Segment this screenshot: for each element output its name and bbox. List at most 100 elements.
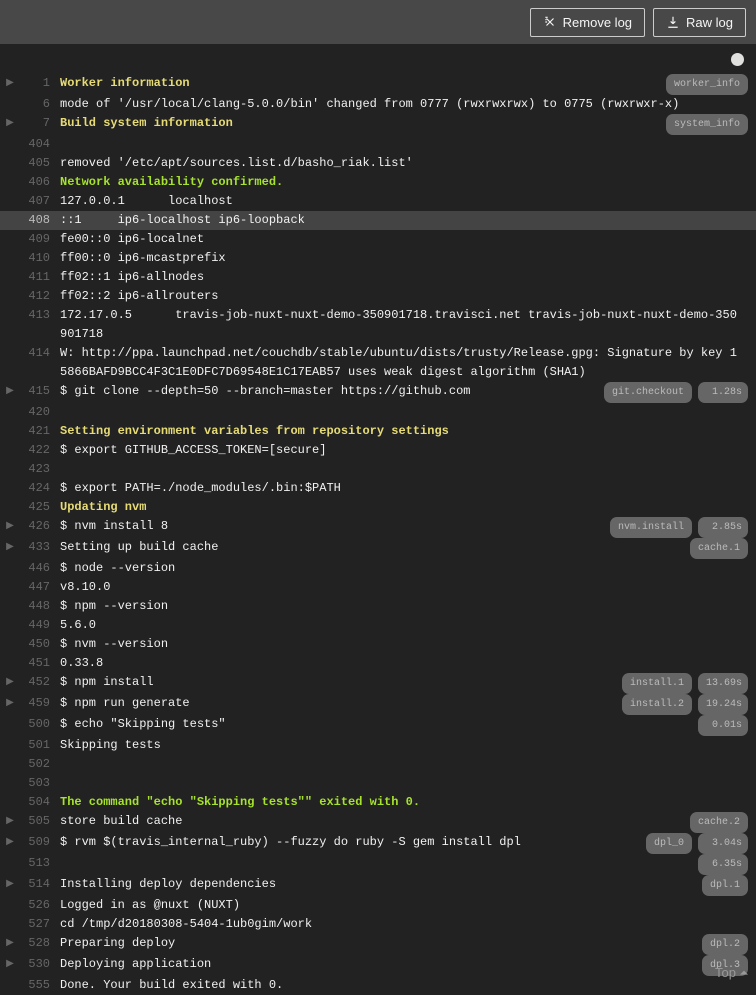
log-line: ▶452$ npm installinstall.113.69s xyxy=(0,673,756,694)
log-line: 500$ echo "Skipping tests"0.01s xyxy=(0,715,756,736)
line-number[interactable]: 409 xyxy=(20,230,60,249)
log-content: v8.10.0 xyxy=(60,578,748,597)
log-line: 448$ npm --version xyxy=(0,597,756,616)
log-content: fe00::0 ip6-localnet xyxy=(60,230,748,249)
line-number[interactable]: 513 xyxy=(20,854,60,873)
log-content: Logged in as @nuxt (NUXT) xyxy=(60,896,748,915)
fold-badge: install.1 xyxy=(622,673,692,694)
line-number[interactable]: 449 xyxy=(20,616,60,635)
line-number[interactable]: 504 xyxy=(20,793,60,812)
scroll-to-top-link[interactable]: Top xyxy=(715,965,748,980)
status-row xyxy=(0,44,756,74)
line-number[interactable]: 505 xyxy=(20,812,60,831)
fold-badge: dpl_0 xyxy=(646,833,692,854)
fold-toggle[interactable]: ▶ xyxy=(0,673,20,692)
line-number[interactable]: 446 xyxy=(20,559,60,578)
fold-badge: install.2 xyxy=(622,694,692,715)
line-number[interactable]: 1 xyxy=(20,74,60,93)
line-number[interactable]: 7 xyxy=(20,114,60,133)
line-number[interactable]: 509 xyxy=(20,833,60,852)
line-badges: cache.2 xyxy=(690,812,748,833)
raw-log-button[interactable]: Raw log xyxy=(653,8,746,37)
log-content: Setting up build cache xyxy=(60,538,690,557)
line-number[interactable]: 407 xyxy=(20,192,60,211)
fold-toggle[interactable]: ▶ xyxy=(0,74,20,93)
line-number[interactable]: 405 xyxy=(20,154,60,173)
download-icon xyxy=(666,15,680,29)
line-number[interactable]: 422 xyxy=(20,441,60,460)
line-number[interactable]: 503 xyxy=(20,774,60,793)
fold-toggle[interactable]: ▶ xyxy=(0,833,20,852)
log-line: 526Logged in as @nuxt (NUXT) xyxy=(0,896,756,915)
line-number[interactable]: 406 xyxy=(20,173,60,192)
log-content: removed '/etc/apt/sources.list.d/basho_r… xyxy=(60,154,748,173)
line-number[interactable]: 452 xyxy=(20,673,60,692)
line-number[interactable]: 421 xyxy=(20,422,60,441)
fold-toggle[interactable]: ▶ xyxy=(0,812,20,831)
line-number[interactable]: 451 xyxy=(20,654,60,673)
line-number[interactable]: 408 xyxy=(20,211,60,230)
log-content: $ node --version xyxy=(60,559,748,578)
fold-toggle[interactable]: ▶ xyxy=(0,382,20,401)
log-content: 172.17.0.5 travis-job-nuxt-nuxt-demo-350… xyxy=(60,306,748,344)
time-badge: 2.85s xyxy=(698,517,748,538)
line-number[interactable]: 415 xyxy=(20,382,60,401)
log-line: ▶433Setting up build cachecache.1 xyxy=(0,538,756,559)
time-badge: 1.28s xyxy=(698,382,748,403)
line-number[interactable]: 526 xyxy=(20,896,60,915)
log-content: 0.33.8 xyxy=(60,654,748,673)
line-number[interactable]: 530 xyxy=(20,955,60,974)
line-number[interactable]: 500 xyxy=(20,715,60,734)
line-number[interactable]: 450 xyxy=(20,635,60,654)
fold-toggle[interactable]: ▶ xyxy=(0,114,20,133)
log-line: ▶514Installing deploy dependenciesdpl.1 xyxy=(0,875,756,896)
line-number[interactable]: 433 xyxy=(20,538,60,557)
line-badges: dpl.1 xyxy=(702,875,748,896)
line-number[interactable]: 414 xyxy=(20,344,60,363)
fold-toggle[interactable]: ▶ xyxy=(0,517,20,536)
log-content: ff02::1 ip6-allnodes xyxy=(60,268,748,287)
fold-toggle[interactable]: ▶ xyxy=(0,955,20,974)
status-indicator-icon xyxy=(731,53,744,66)
line-number[interactable]: 424 xyxy=(20,479,60,498)
fold-toggle[interactable]: ▶ xyxy=(0,538,20,557)
log-line: 409fe00::0 ip6-localnet xyxy=(0,230,756,249)
line-number[interactable]: 502 xyxy=(20,755,60,774)
log-content: ::1 ip6-localhost ip6-loopback xyxy=(60,211,748,230)
caret-up-icon xyxy=(740,969,748,977)
line-number[interactable]: 404 xyxy=(20,135,60,154)
line-number[interactable]: 410 xyxy=(20,249,60,268)
line-number[interactable]: 514 xyxy=(20,875,60,894)
line-number[interactable]: 423 xyxy=(20,460,60,479)
fold-badge: cache.1 xyxy=(690,538,748,559)
line-number[interactable]: 528 xyxy=(20,934,60,953)
line-number[interactable]: 527 xyxy=(20,915,60,934)
line-number[interactable]: 501 xyxy=(20,736,60,755)
remove-log-button[interactable]: Remove log xyxy=(530,8,645,37)
line-number[interactable]: 411 xyxy=(20,268,60,287)
line-number[interactable]: 413 xyxy=(20,306,60,325)
log-line: 410ff00::0 ip6-mcastprefix xyxy=(0,249,756,268)
log-content: $ export GITHUB_ACCESS_TOKEN=[secure] xyxy=(60,441,748,460)
log-line: 423 xyxy=(0,460,756,479)
raw-log-label: Raw log xyxy=(686,15,733,30)
log-content: Installing deploy dependencies xyxy=(60,875,702,894)
log-line: ▶530Deploying applicationdpl.3 xyxy=(0,955,756,976)
line-number[interactable]: 447 xyxy=(20,578,60,597)
log-content: Build system information xyxy=(60,114,666,133)
log-line: 502 xyxy=(0,755,756,774)
fold-toggle[interactable]: ▶ xyxy=(0,875,20,894)
line-number[interactable]: 420 xyxy=(20,403,60,422)
fold-toggle[interactable]: ▶ xyxy=(0,694,20,713)
line-number[interactable]: 426 xyxy=(20,517,60,536)
log-content: Setting environment variables from repos… xyxy=(60,422,748,441)
log-line: 420 xyxy=(0,403,756,422)
log-line: ▶1Worker informationworker_info xyxy=(0,74,756,95)
line-number[interactable]: 459 xyxy=(20,694,60,713)
line-number[interactable]: 412 xyxy=(20,287,60,306)
line-number[interactable]: 6 xyxy=(20,95,60,114)
line-number[interactable]: 448 xyxy=(20,597,60,616)
fold-toggle[interactable]: ▶ xyxy=(0,934,20,953)
line-number[interactable]: 425 xyxy=(20,498,60,517)
log-line: 4495.6.0 xyxy=(0,616,756,635)
